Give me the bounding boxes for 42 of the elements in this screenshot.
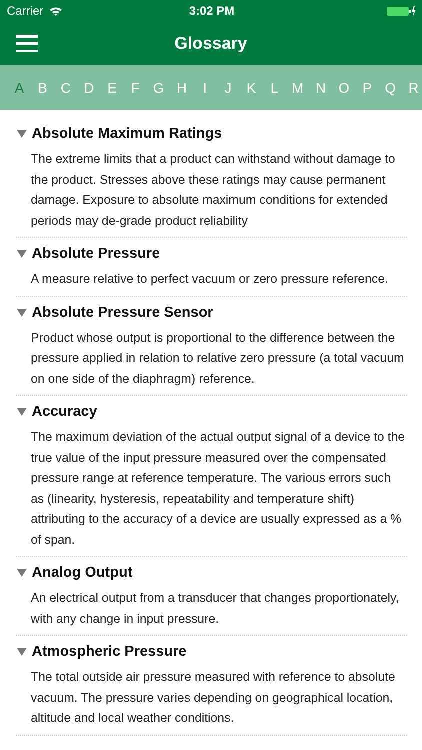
term-heading[interactable]: Atmospheric Pressure — [32, 644, 187, 660]
letter-tab[interactable]: K — [240, 80, 264, 96]
term-heading[interactable]: Accuracy — [32, 404, 98, 420]
letter-tab[interactable]: J — [216, 80, 240, 96]
menu-icon[interactable] — [16, 35, 38, 52]
definition-text: A measure relative to perfect vacuum or zero pressure reference. — [31, 271, 390, 288]
disclosure-triangle-icon[interactable] — [17, 250, 27, 258]
definition-text: The maximum deviation of the actual output signal of a device to the true value of the input pressure measured over the compensated pressure range at reference temperature. The various errors such as (linearity, hysteresis, repeatability and temperature shift) attributing to the accuracy of a device are usually expressed as a % of span. — [31, 429, 406, 549]
disclosure-triangle-icon[interactable] — [17, 130, 27, 138]
letter-tab[interactable]: D — [78, 80, 101, 96]
disclosure-triangle-icon[interactable] — [17, 648, 27, 656]
letter-tab[interactable]: E — [100, 80, 124, 96]
definition-text: The total outside air pressure measured with reference to absolute vacuum. The pressure varies depending on geographical location, altitude and local weather conditions. — [31, 669, 396, 727]
term-heading[interactable]: Absolute Pressure Sensor — [32, 304, 214, 320]
battery-icon — [386, 6, 417, 16]
letter-tab[interactable]: N — [309, 80, 333, 96]
disclosure-triangle-icon[interactable] — [17, 569, 27, 577]
letter-tab[interactable]: I — [194, 80, 217, 96]
term-heading[interactable]: Analog Output — [32, 565, 133, 581]
disclosure-triangle-icon[interactable] — [17, 408, 27, 416]
letter-tab[interactable]: O — [332, 80, 356, 96]
definition-text: The extreme limits that a product can withstand without damage to the product. Stresses above these ratings may cause permanent damage. Exposure to absolute maximum conditions for extended periods may de-grade product reliability — [31, 151, 396, 230]
definition-text: Product whose output is proportional to the difference between the pressure applied in relation to relative zero pressure (a total vacuum on one side of the diaphragm) reference. — [31, 330, 406, 388]
letter-tab[interactable]: Q — [379, 80, 402, 96]
definition-text: An electrical output from a transducer that changes proportionately, with any change in input pressure. — [31, 590, 400, 628]
letter-tab[interactable]: C — [54, 80, 78, 96]
letter-tab[interactable]: M — [286, 80, 310, 96]
disclosure-triangle-icon[interactable] — [17, 308, 27, 316]
letter-tab[interactable]: G — [147, 80, 170, 96]
letter-tab[interactable]: L — [263, 80, 286, 96]
letter-tab[interactable]: B — [31, 80, 54, 96]
letter-tab[interactable]: A — [8, 80, 32, 96]
letter-tab[interactable]: H — [170, 80, 194, 96]
wifi-icon — [48, 6, 63, 16]
term-heading[interactable]: Absolute Pressure — [32, 246, 160, 262]
screen-title: Glossary — [174, 34, 248, 54]
clock-label: 3:02 PM — [189, 4, 235, 18]
term-heading[interactable]: Absolute Maximum Ratings — [32, 126, 222, 142]
letter-tab[interactable]: P — [356, 80, 379, 96]
letter-tab[interactable]: F — [124, 80, 148, 96]
letter-tab[interactable]: R — [402, 80, 422, 96]
carrier-label: Carrier — [7, 4, 44, 18]
